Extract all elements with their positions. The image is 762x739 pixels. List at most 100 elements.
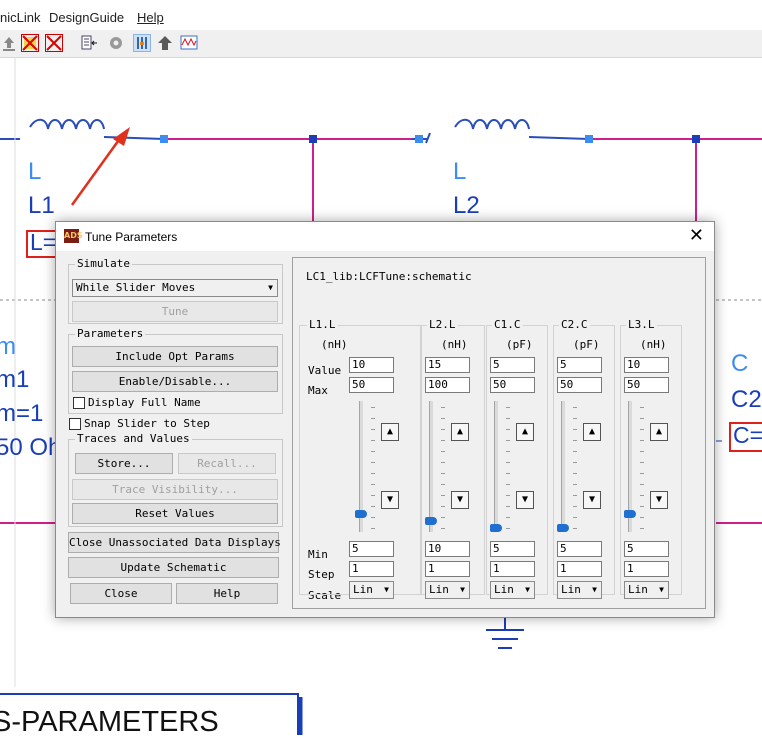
slider-thumb[interactable] <box>624 510 636 519</box>
push-up-icon[interactable] <box>156 34 174 52</box>
l1-type-label: L <box>28 158 42 185</box>
value-field[interactable]: 5 <box>557 357 602 373</box>
triangle-down-icon: ▼ <box>588 494 596 505</box>
step-down-button[interactable]: ▼ <box>516 491 534 509</box>
slider-tick <box>573 407 577 408</box>
l2-type-label: L <box>453 158 467 185</box>
slider-tick <box>371 462 375 463</box>
step-field[interactable]: 1 <box>624 561 669 577</box>
step-down-button[interactable]: ▼ <box>650 491 668 509</box>
menu-designguide[interactable]: DesignGuide <box>49 10 124 25</box>
slider-track[interactable] <box>494 401 498 532</box>
enable-disable-button[interactable]: Enable/Disable... <box>72 371 278 392</box>
scale-value: Lin <box>429 583 449 596</box>
close-icon[interactable]: ✕ <box>689 226 704 246</box>
slider-tick <box>573 473 577 474</box>
waveform-icon[interactable] <box>180 34 198 52</box>
slider-thumb[interactable] <box>490 524 502 532</box>
tune-icon[interactable] <box>133 34 151 52</box>
slider-tick <box>506 528 510 529</box>
min-field[interactable]: 5 <box>490 541 535 557</box>
scale-select[interactable]: Lin ▼ <box>490 581 535 599</box>
max-field[interactable]: 50 <box>490 377 535 393</box>
slider-thumb[interactable] <box>355 510 367 519</box>
slider-track[interactable] <box>561 401 565 532</box>
slider-tick <box>441 495 445 496</box>
scale-select[interactable]: Lin ▼ <box>624 581 669 599</box>
c2-type-label: C <box>731 350 749 377</box>
tune-button[interactable]: Tune <box>72 301 278 322</box>
store-button[interactable]: Store... <box>75 453 173 474</box>
param-name-label: C1.C <box>492 318 523 331</box>
triangle-up-icon: ▲ <box>655 426 663 437</box>
menu-help[interactable]: Help <box>137 10 164 25</box>
max-field[interactable]: 100 <box>425 377 470 393</box>
step-up-button[interactable]: ▲ <box>451 423 469 441</box>
param-name-label: L1.L <box>307 318 338 331</box>
slider-tick <box>640 462 644 463</box>
slider-tick <box>441 440 445 441</box>
triangle-down-icon: ▼ <box>456 494 464 505</box>
c2-param-label: C= <box>733 422 762 448</box>
max-field[interactable]: 50 <box>349 377 394 393</box>
slider-tick <box>371 473 375 474</box>
param-unit-label: (pF) <box>506 338 533 351</box>
short-icon[interactable] <box>45 34 63 52</box>
max-field[interactable]: 50 <box>557 377 602 393</box>
slider-tick <box>506 506 510 507</box>
min-field[interactable]: 5 <box>349 541 394 557</box>
help-button[interactable]: Help <box>176 583 278 604</box>
step-down-button[interactable]: ▼ <box>583 491 601 509</box>
slider-tick <box>441 517 445 518</box>
reset-values-button[interactable]: Reset Values <box>72 503 278 524</box>
term-z-label: 50 Oh <box>0 434 62 461</box>
scale-select[interactable]: Lin ▼ <box>557 581 602 599</box>
step-down-button[interactable]: ▼ <box>381 491 399 509</box>
step-up-button[interactable]: ▲ <box>516 423 534 441</box>
simulate-setup-icon[interactable] <box>80 34 98 52</box>
slider-tick <box>640 484 644 485</box>
slider-tick <box>506 451 510 452</box>
step-field[interactable]: 1 <box>557 561 602 577</box>
gear-icon[interactable] <box>107 34 125 52</box>
trace-visibility-button[interactable]: Trace Visibility... <box>72 479 278 500</box>
min-field[interactable]: 5 <box>624 541 669 557</box>
toolbar <box>0 30 762 58</box>
snap-slider-checkbox[interactable] <box>69 418 81 430</box>
simulate-mode-select[interactable]: While Slider Moves ▼ <box>72 279 278 297</box>
step-up-button[interactable]: ▲ <box>583 423 601 441</box>
slider-thumb[interactable] <box>425 516 437 525</box>
max-field[interactable]: 50 <box>624 377 669 393</box>
close-unassociated-button[interactable]: Close Unassociated Data Displays <box>68 532 281 553</box>
recall-button[interactable]: Recall... <box>178 453 276 474</box>
step-field[interactable]: 1 <box>425 561 470 577</box>
menu-schematiclink[interactable]: nicLink <box>0 10 40 25</box>
export-icon[interactable] <box>0 34 18 52</box>
value-field[interactable]: 15 <box>425 357 470 373</box>
value-field[interactable]: 10 <box>624 357 669 373</box>
include-opt-params-button[interactable]: Include Opt Params <box>72 346 278 367</box>
step-down-button[interactable]: ▼ <box>451 491 469 509</box>
deactivate-icon[interactable] <box>21 34 39 52</box>
display-full-name-checkbox[interactable] <box>73 397 85 409</box>
term-type-label: m <box>0 333 16 360</box>
slider-tick <box>371 484 375 485</box>
update-schematic-button[interactable]: Update Schematic <box>68 557 279 578</box>
step-field[interactable]: 1 <box>490 561 535 577</box>
scale-select[interactable]: Lin ▼ <box>425 581 470 599</box>
value-field[interactable]: 10 <box>349 357 394 373</box>
l1-param-box: L= <box>26 229 57 258</box>
value-field[interactable]: 5 <box>490 357 535 373</box>
slider-tick <box>441 528 445 529</box>
min-field[interactable]: 10 <box>425 541 470 557</box>
step-up-button[interactable]: ▲ <box>650 423 668 441</box>
scale-select[interactable]: Lin ▼ <box>349 581 394 599</box>
step-up-button[interactable]: ▲ <box>381 423 399 441</box>
triangle-up-icon: ▲ <box>386 426 394 437</box>
slider-track[interactable] <box>429 401 433 532</box>
step-field[interactable]: 1 <box>349 561 394 577</box>
scale-value: Lin <box>353 583 373 596</box>
close-button[interactable]: Close <box>70 583 172 604</box>
min-field[interactable]: 5 <box>557 541 602 557</box>
slider-thumb[interactable] <box>557 524 569 532</box>
